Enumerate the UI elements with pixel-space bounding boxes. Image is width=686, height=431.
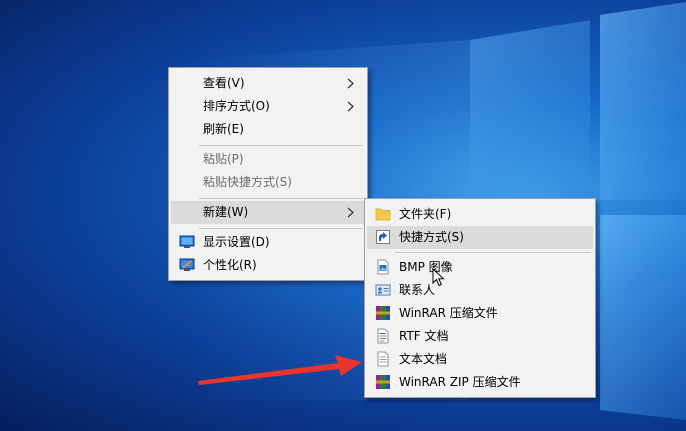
annotation-arrow [198,355,362,385]
